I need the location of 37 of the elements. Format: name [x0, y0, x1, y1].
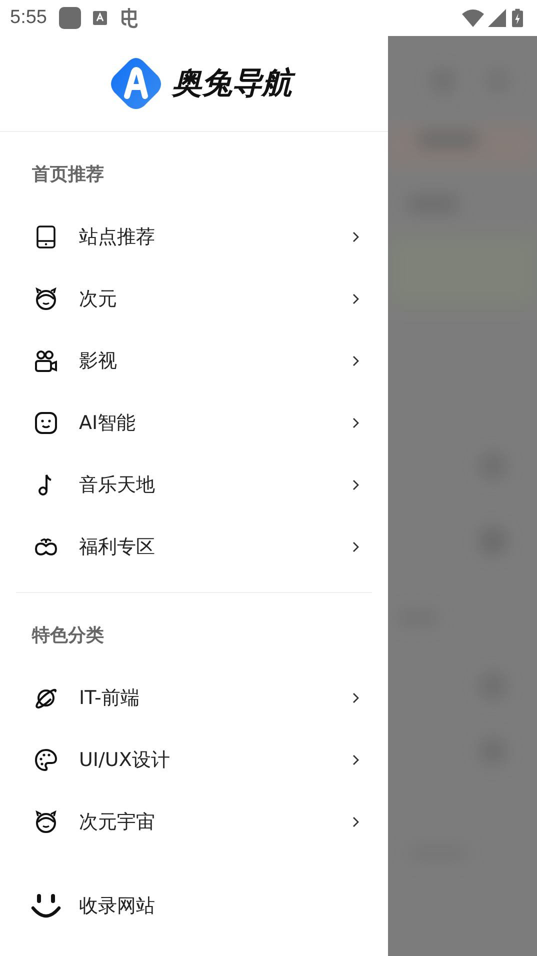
chevron-right-icon [352, 231, 360, 243]
app-logo-icon [108, 56, 164, 112]
girl-face-icon [34, 810, 58, 834]
chevron-right-icon [352, 417, 360, 429]
planet-icon [34, 686, 58, 710]
menu-item[interactable]: 站点推荐 [0, 206, 388, 268]
chevron-right-icon [352, 541, 360, 553]
chevron-right-icon [352, 479, 360, 491]
bug-icon [118, 7, 139, 29]
battery-icon [512, 8, 523, 28]
menu-item[interactable]: IT-前端 [0, 667, 388, 729]
wifi-icon [462, 9, 484, 27]
notification-square-icon [58, 7, 81, 29]
menu-item[interactable]: 次元 [0, 268, 388, 330]
girl-face-icon [34, 287, 58, 311]
menu-item[interactable]: AI智能 [0, 392, 388, 454]
film-camera-icon [34, 349, 58, 373]
keyboard-icon [92, 11, 107, 25]
section-title: 特色分类 [30, 624, 105, 648]
menu-item[interactable]: 次元宇宙 [0, 791, 388, 853]
menu-item[interactable]: UI/UX设计 [0, 729, 388, 791]
smile-icon [31, 892, 61, 920]
menu-item[interactable]: 音乐天地 [0, 454, 388, 516]
status-time: 5:55 [10, 7, 47, 29]
chevron-right-icon [352, 816, 360, 828]
chevron-right-icon [352, 754, 360, 766]
signal-icon [488, 9, 506, 27]
menu-item[interactable]: 福利专区 [0, 516, 388, 578]
section-title: 首页推荐 [31, 163, 105, 187]
chevron-right-icon [352, 293, 360, 305]
smiley-icon [34, 411, 58, 435]
chevron-right-icon [352, 692, 360, 704]
menu-item[interactable]: 收录网站 [0, 875, 388, 937]
palette-icon [34, 748, 58, 772]
chevron-right-icon [352, 355, 360, 367]
tablet-icon [34, 225, 58, 249]
menu-item[interactable]: 影视 [0, 330, 388, 392]
